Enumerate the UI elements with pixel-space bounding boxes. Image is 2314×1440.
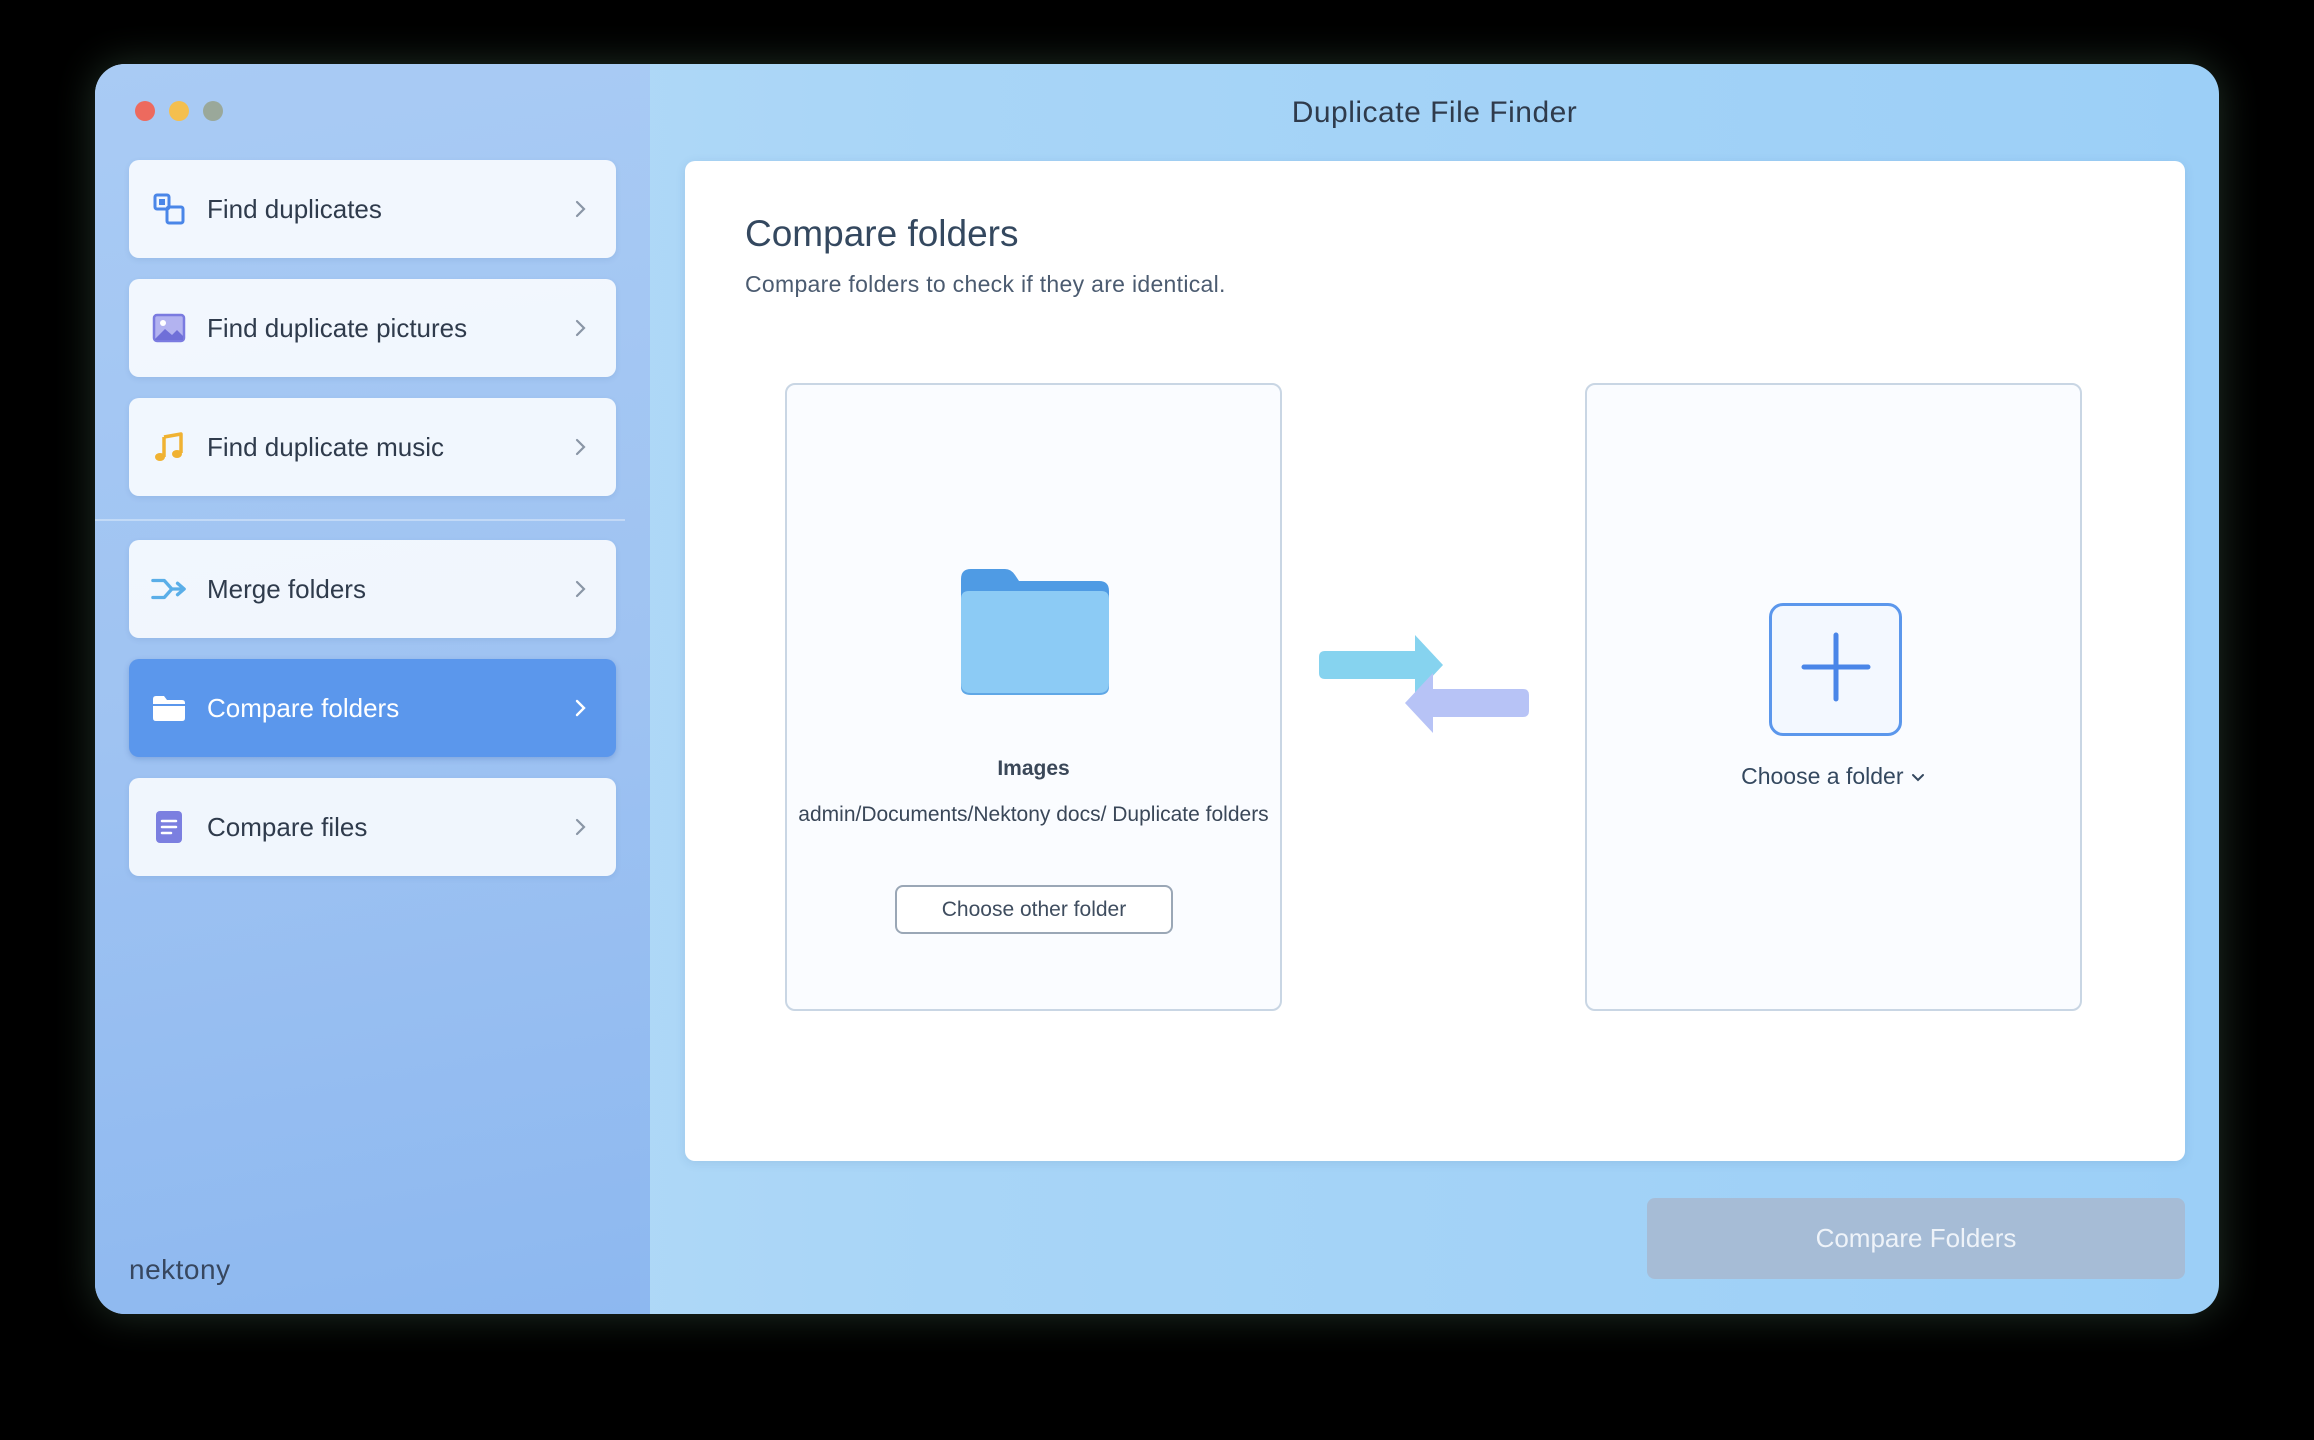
chevron-right-icon bbox=[566, 817, 596, 837]
duplicates-icon bbox=[151, 191, 187, 227]
chevron-right-icon bbox=[566, 698, 596, 718]
chevron-right-icon bbox=[566, 579, 596, 599]
folder-icon bbox=[957, 565, 1113, 702]
folder-name: Images bbox=[997, 757, 1070, 780]
sidebar-item-find-duplicate-pictures[interactable]: Find duplicate pictures bbox=[129, 279, 616, 377]
sidebar-item-label: Find duplicate pictures bbox=[207, 312, 468, 343]
window-controls bbox=[135, 101, 223, 121]
left-folder-card: Images admin/Documents/Nektony docs/ Dup… bbox=[785, 383, 1282, 1011]
zoom-window-button[interactable] bbox=[203, 101, 223, 121]
choose-other-folder-button[interactable]: Choose other folder bbox=[895, 885, 1173, 934]
app-window: Find duplicates Find duplicate pictures bbox=[95, 64, 2219, 1314]
picture-icon bbox=[151, 310, 187, 346]
page-subtitle: Compare folders to check if they are ide… bbox=[745, 271, 1226, 297]
sidebar: Find duplicates Find duplicate pictures bbox=[95, 64, 650, 1314]
compare-folders-button[interactable]: Compare Folders bbox=[1647, 1198, 2185, 1279]
page-title: Compare folders bbox=[745, 213, 1019, 254]
chevron-down-icon bbox=[1910, 763, 1926, 789]
sidebar-divider bbox=[95, 519, 625, 521]
plus-icon bbox=[1798, 629, 1874, 710]
sidebar-item-compare-files[interactable]: Compare files bbox=[129, 778, 616, 876]
folder-path: admin/Documents/Nektony docs/ Duplicate … bbox=[798, 803, 1269, 826]
folder-open-icon bbox=[151, 690, 187, 726]
chevron-right-icon bbox=[566, 437, 596, 457]
choose-folder-dropdown[interactable]: Choose a folder bbox=[1587, 763, 2080, 790]
window-title: Duplicate File Finder bbox=[1291, 96, 1578, 129]
merge-icon bbox=[151, 571, 187, 607]
sidebar-item-label: Merge folders bbox=[207, 573, 366, 604]
chevron-right-icon bbox=[566, 318, 596, 338]
add-folder-button[interactable] bbox=[1769, 603, 1902, 736]
minimize-window-button[interactable] bbox=[169, 101, 189, 121]
sidebar-item-find-duplicate-music[interactable]: Find duplicate music bbox=[129, 398, 616, 496]
right-folder-card[interactable]: Choose a folder bbox=[1585, 383, 2082, 1011]
sidebar-item-label: Find duplicates bbox=[207, 193, 382, 224]
close-window-button[interactable] bbox=[135, 101, 155, 121]
music-note-icon bbox=[151, 429, 187, 465]
sidebar-item-find-duplicates[interactable]: Find duplicates bbox=[129, 160, 616, 258]
compare-arrows-icon bbox=[1315, 621, 1533, 746]
chevron-right-icon bbox=[566, 199, 596, 219]
sidebar-item-label: Compare files bbox=[207, 811, 368, 842]
sidebar-item-compare-folders[interactable]: Compare folders bbox=[129, 659, 616, 757]
brand-logo: nektony bbox=[129, 1254, 231, 1285]
document-icon bbox=[151, 809, 187, 845]
sidebar-item-label: Find duplicate music bbox=[207, 431, 444, 462]
sidebar-item-label: Compare folders bbox=[207, 692, 400, 723]
compare-panel: Compare folders Compare folders to check… bbox=[685, 161, 2185, 1161]
sidebar-item-merge-folders[interactable]: Merge folders bbox=[129, 540, 616, 638]
choose-folder-label: Choose a folder bbox=[1741, 763, 1904, 789]
